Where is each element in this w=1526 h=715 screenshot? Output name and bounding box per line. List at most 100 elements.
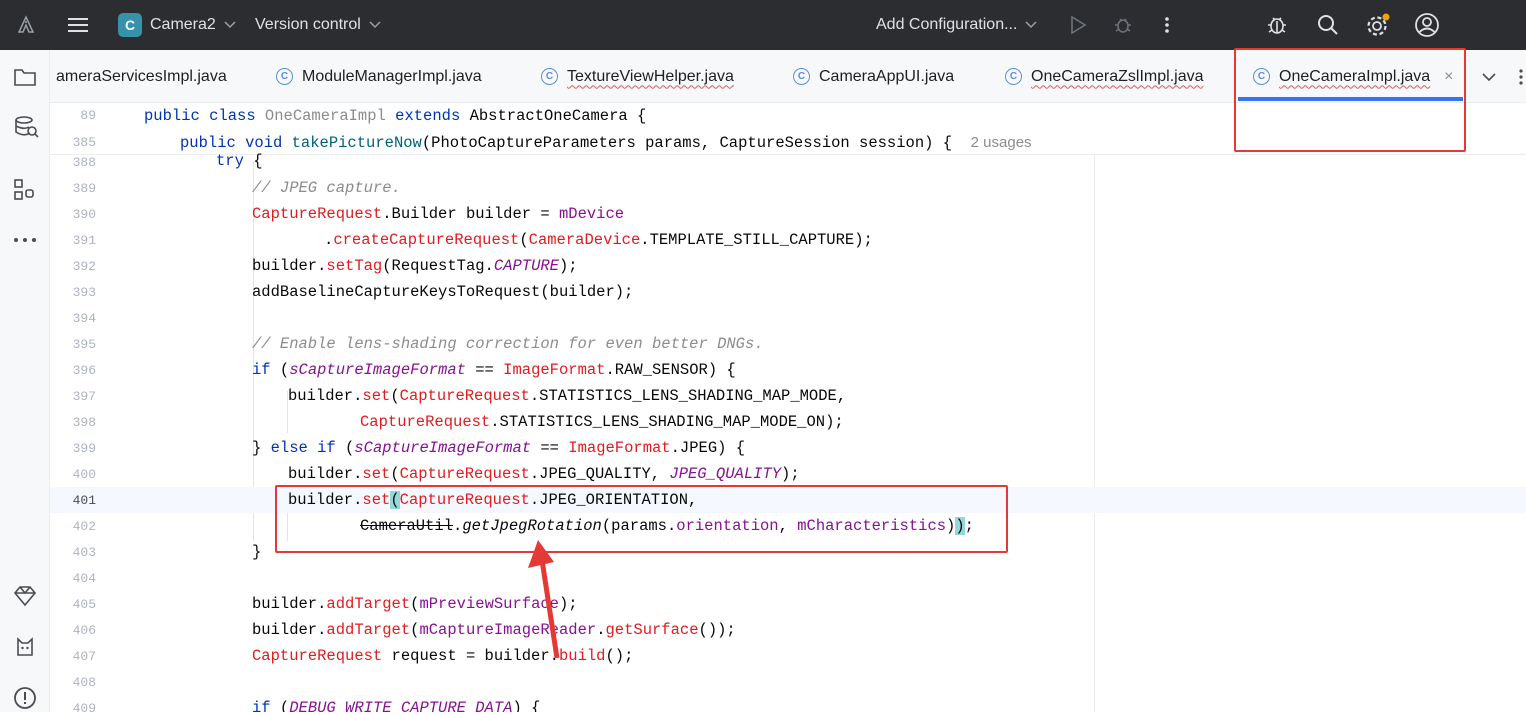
code-line-408: 408: [50, 669, 1526, 695]
annotation-box-jpeg-orientation: [275, 485, 1008, 553]
code-line: CaptureRequest.STATISTICS_LENS_SHADING_M…: [360, 413, 844, 431]
line-number: 395: [72, 337, 96, 352]
code-line: builder.setTag(RequestTag.CAPTURE);: [252, 257, 578, 275]
line-number: 398: [72, 415, 96, 430]
tab-module-manager-impl[interactable]: C ModuleManagerImpl.java: [276, 50, 482, 102]
account-icon[interactable]: [1414, 0, 1440, 50]
tab-label: CameraAppUI.java: [819, 67, 955, 85]
code-line: }: [252, 543, 262, 561]
project-folder-icon[interactable]: [13, 66, 37, 93]
code-line-397: 397 builder.set(CaptureRequest.STATISTIC…: [50, 383, 1526, 409]
line-number: 392: [72, 259, 96, 274]
more-vert-icon[interactable]: [1518, 50, 1524, 102]
code-line-393: 393 addBaselineCaptureKeysToRequest(buil…: [50, 279, 1526, 305]
debug-icon[interactable]: [1113, 0, 1133, 50]
line-number: 399: [72, 441, 96, 456]
line-number: 389: [72, 181, 96, 196]
annotation-box-active-tab: [1234, 48, 1466, 152]
tab-camera-services-impl[interactable]: ameraServicesImpl.java: [56, 50, 227, 102]
cat-icon[interactable]: [13, 637, 37, 664]
code-line-400: 400 builder.set(CaptureRequest.JPEG_QUAL…: [50, 461, 1526, 487]
problems-icon[interactable]: [13, 686, 37, 715]
line-number: 407: [72, 649, 96, 664]
code-line-407: 407 CaptureRequest request = builder.bui…: [50, 643, 1526, 669]
run-config-label: Add Configuration...: [876, 16, 1018, 33]
code-line: CaptureRequest.Builder builder = mDevice: [252, 205, 625, 223]
code-line-399: 399 } else if (sCaptureImageFormat == Im…: [50, 435, 1526, 461]
code-line-406: 406 builder.addTarget(mCaptureImageReade…: [50, 617, 1526, 643]
android-logo-icon[interactable]: [16, 0, 36, 50]
more-icon[interactable]: [13, 230, 37, 255]
code-line-404: 404: [50, 565, 1526, 591]
chevron-down-icon: [224, 16, 236, 34]
line-number: 401: [72, 493, 96, 508]
chevron-down-icon: [1025, 16, 1037, 34]
line-number: 390: [72, 207, 96, 222]
chevron-down-icon: [369, 16, 381, 34]
code-line: // Enable lens-shading correction for ev…: [252, 335, 764, 353]
code-line-398: 398 CaptureRequest.STATISTICS_LENS_SHADI…: [50, 409, 1526, 435]
code-line-390: 390 CaptureRequest.Builder builder = mDe…: [50, 201, 1526, 227]
code-line: builder.set(CaptureRequest.JPEG_QUALITY,…: [288, 465, 800, 483]
code-line-389: 389 // JPEG capture.: [50, 175, 1526, 201]
tab-label: TextureViewHelper.java: [567, 67, 734, 85]
bug-plugin-icon[interactable]: [1265, 0, 1289, 50]
code-editor[interactable]: 89 public class OneCameraImpl extends Ab…: [50, 103, 1526, 712]
usages-hint[interactable]: 2 usages: [971, 134, 1032, 151]
code-line-395: 395 // Enable lens-shading correction fo…: [50, 331, 1526, 357]
gem-icon[interactable]: [13, 585, 37, 612]
structure-icon[interactable]: [13, 178, 37, 207]
code-line: } else if (sCaptureImageFormat == ImageF…: [252, 439, 746, 457]
code-line-396: 396 if (sCaptureImageFormat == ImageForm…: [50, 357, 1526, 383]
tab-camera-app-ui[interactable]: C CameraAppUI.java: [793, 50, 955, 102]
line-number: 89: [80, 108, 96, 123]
tool-window-sidebar: [0, 50, 50, 712]
line-number: 388: [72, 155, 96, 170]
title-bar: C Camera2 Version control Add Configurat…: [0, 0, 1526, 50]
version-control-menu[interactable]: Version control: [255, 0, 381, 50]
line-number: 400: [72, 467, 96, 482]
project-badge: C: [118, 13, 142, 37]
tab-label: OneCameraZslImpl.java: [1031, 67, 1204, 85]
settings-icon[interactable]: [1365, 0, 1391, 50]
class-icon: C: [793, 68, 810, 85]
code-line: try {: [216, 152, 263, 170]
run-icon[interactable]: [1069, 0, 1087, 50]
project-selector[interactable]: C Camera2: [118, 0, 236, 50]
code-line-394: 394: [50, 305, 1526, 331]
line-number: 397: [72, 389, 96, 404]
code-line: // JPEG capture.: [252, 179, 401, 197]
code-line: if (DEBUG_WRITE_CAPTURE_DATA) {: [252, 699, 541, 712]
code-line-392: 392 builder.setTag(RequestTag.CAPTURE);: [50, 253, 1526, 279]
code-line-405: 405 builder.addTarget(mPreviewSurface);: [50, 591, 1526, 617]
line-number: 409: [72, 701, 96, 712]
vcs-label: Version control: [255, 16, 361, 33]
line-number: 391: [72, 233, 96, 248]
search-icon[interactable]: [1316, 0, 1340, 50]
annotation-arrow-icon: [528, 540, 560, 659]
line-number: 405: [72, 597, 96, 612]
line-number: 403: [72, 545, 96, 560]
tab-texture-view-helper[interactable]: C TextureViewHelper.java: [541, 50, 734, 102]
class-icon: C: [1005, 68, 1022, 85]
line-number: 408: [72, 675, 96, 690]
code-line: .createCaptureRequest(CameraDevice.TEMPL…: [324, 231, 873, 249]
line-number: 394: [72, 311, 96, 326]
chevron-down-icon[interactable]: [1482, 50, 1496, 102]
more-vert-icon[interactable]: [1164, 0, 1170, 50]
code-line: addBaselineCaptureKeysToRequest(builder)…: [252, 283, 634, 301]
tab-label: ModuleManagerImpl.java: [302, 67, 482, 85]
class-icon: C: [276, 68, 293, 85]
tab-label: ameraServicesImpl.java: [56, 67, 227, 85]
line-number: 402: [72, 519, 96, 534]
hamburger-menu-icon[interactable]: [66, 0, 90, 50]
line-number: 393: [72, 285, 96, 300]
project-name: Camera2: [150, 16, 216, 33]
code-line-409: 409 if (DEBUG_WRITE_CAPTURE_DATA) {: [50, 695, 1526, 712]
code-line: if (sCaptureImageFormat == ImageFormat.R…: [252, 361, 736, 379]
tab-one-camera-zsl-impl[interactable]: C OneCameraZslImpl.java: [1005, 50, 1204, 102]
line-number: 396: [72, 363, 96, 378]
run-configuration-selector[interactable]: Add Configuration...: [876, 0, 1037, 50]
database-icon[interactable]: [13, 114, 39, 145]
class-icon: C: [541, 68, 558, 85]
